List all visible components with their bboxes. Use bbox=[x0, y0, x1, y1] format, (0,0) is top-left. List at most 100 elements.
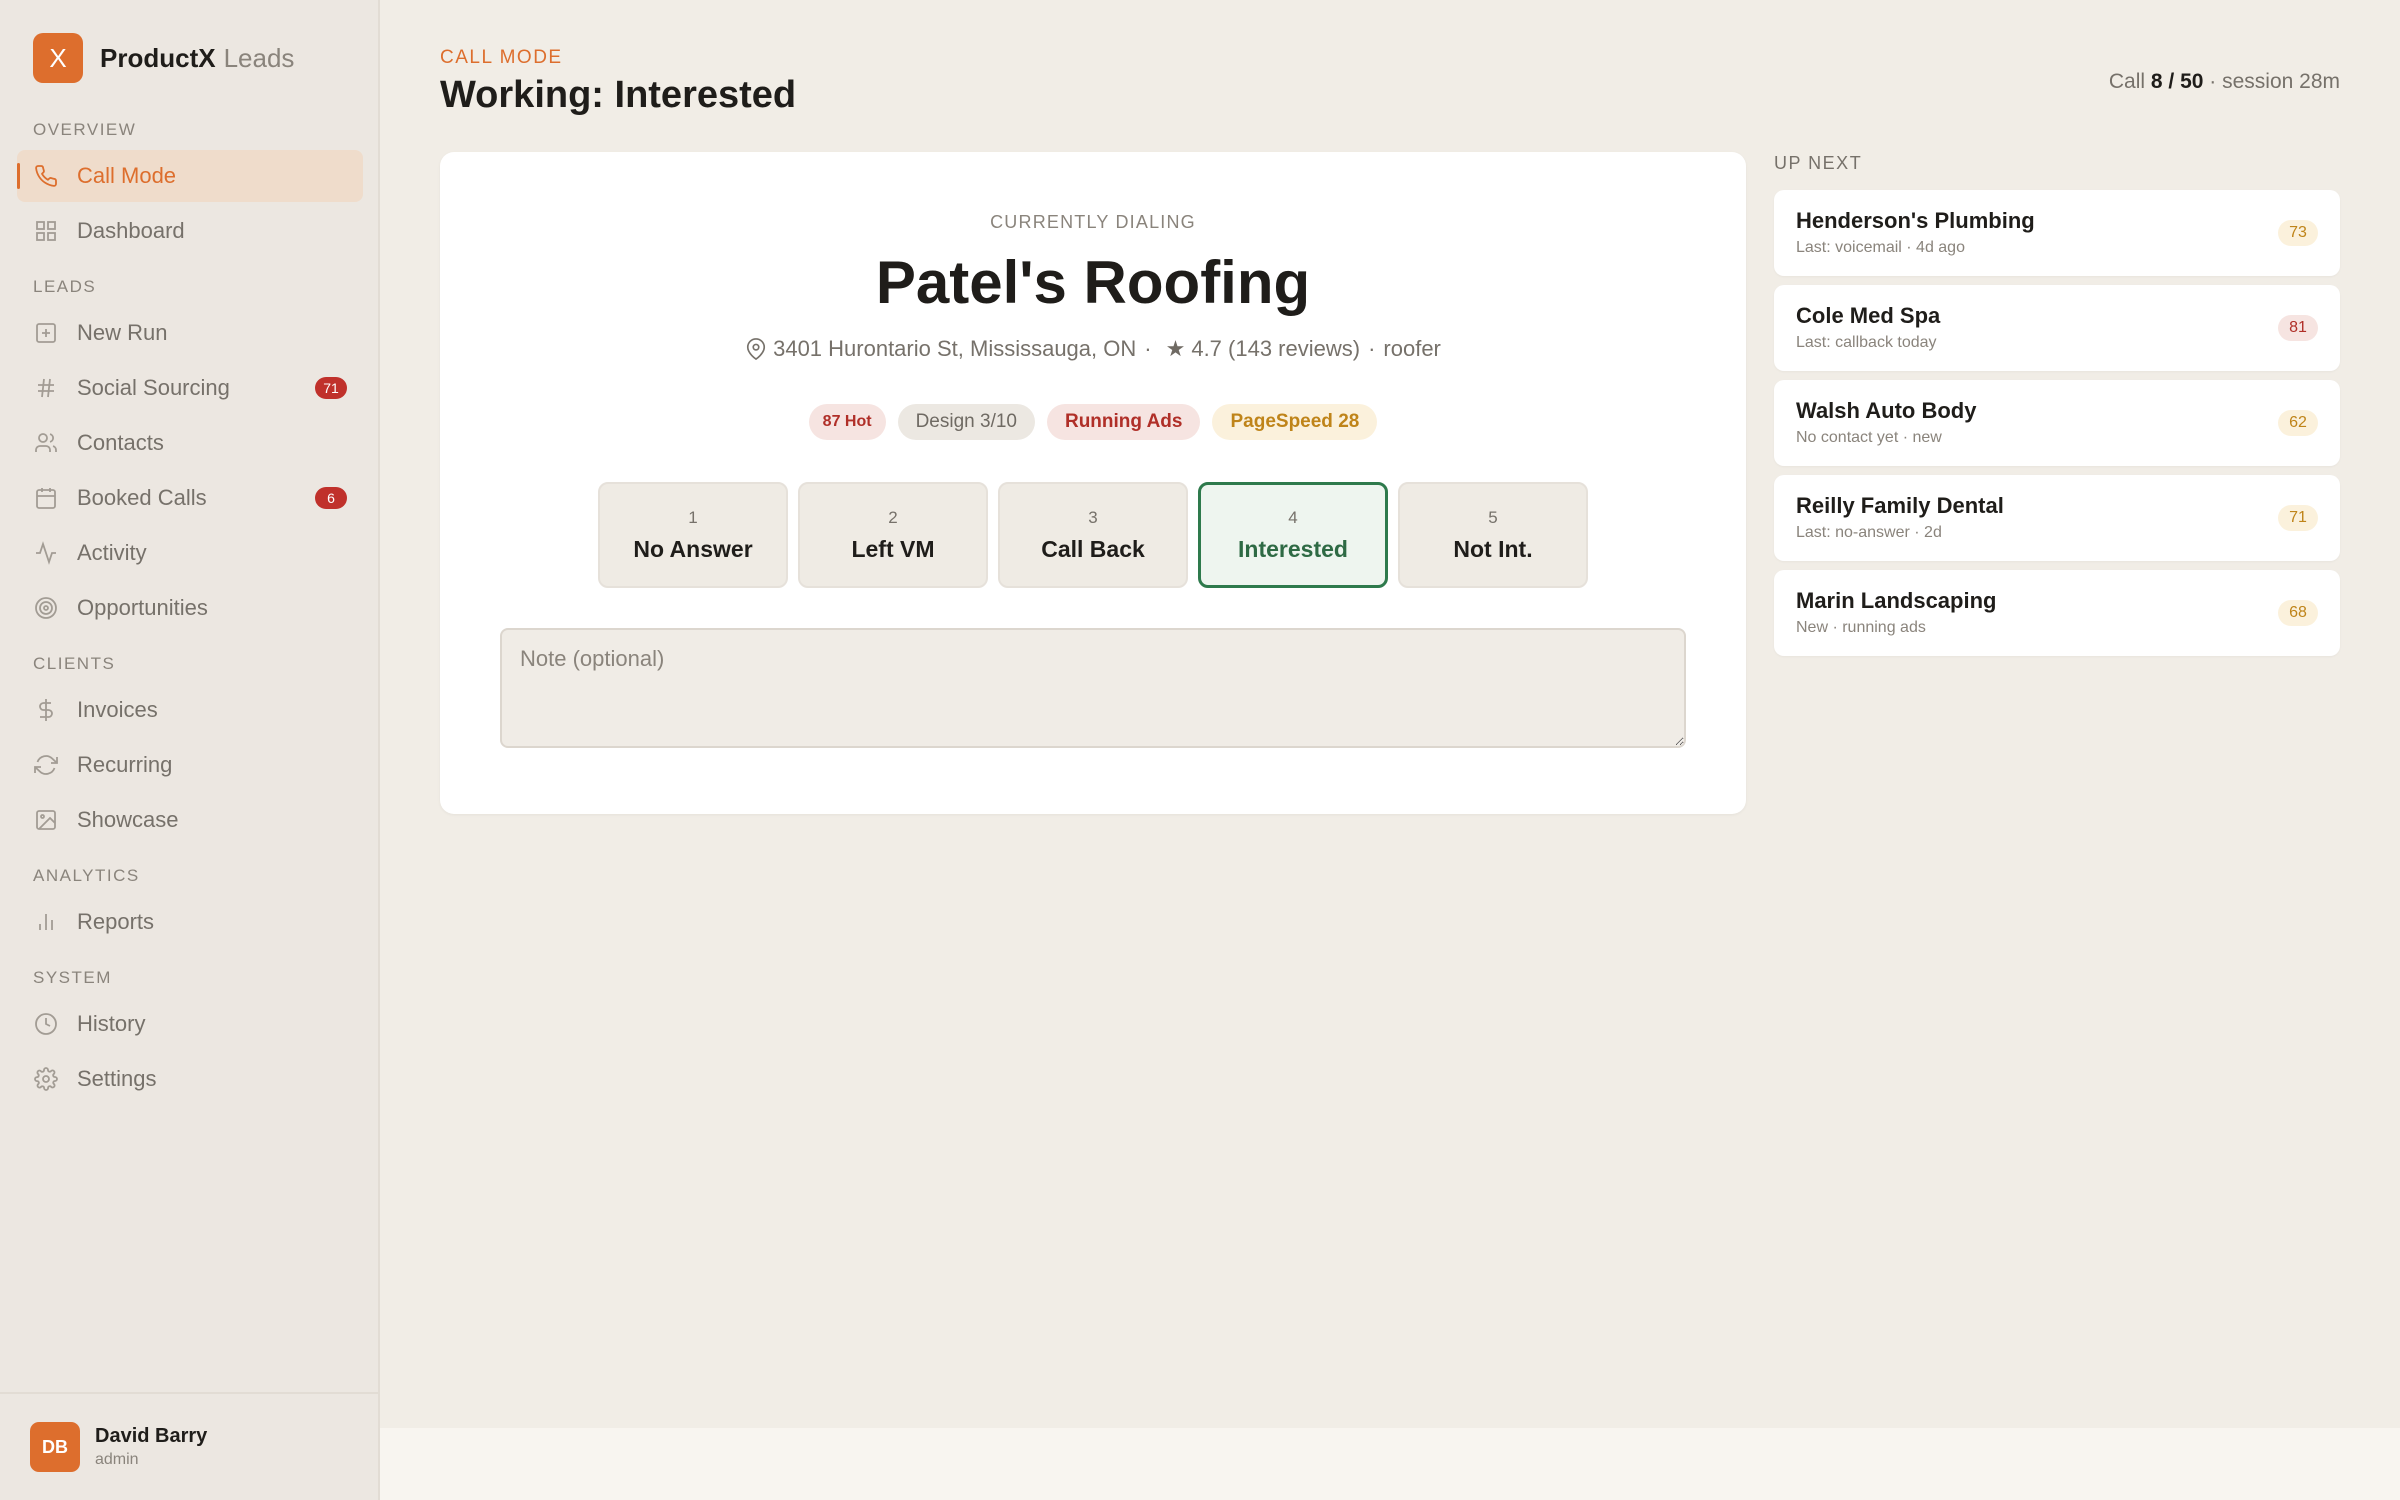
sidebar-item-label: Showcase bbox=[77, 807, 179, 832]
count-badge: 71 bbox=[315, 377, 347, 399]
outcome-label: Left VM bbox=[851, 535, 935, 562]
score-badge: 71 bbox=[2278, 505, 2318, 531]
session-progress: Call 8 / 50 · session 28m bbox=[2109, 70, 2340, 94]
sidebar-item-contacts[interactable]: Contacts bbox=[17, 417, 363, 469]
sidebar-item-invoices[interactable]: Invoices bbox=[17, 684, 363, 736]
separator: · bbox=[1144, 336, 1152, 361]
lead-tags: 87 Hot Design 3/10 Running Ads PageSpeed… bbox=[440, 404, 1746, 440]
sidebar-item-showcase[interactable]: Showcase bbox=[17, 794, 363, 846]
lead-address: 3401 Hurontario St, Mississauga, ON bbox=[773, 336, 1137, 361]
sidebar-item-reports[interactable]: Reports bbox=[17, 896, 363, 948]
brand-logo: X bbox=[33, 33, 83, 83]
dialing-label: CURRENTLY DIALING bbox=[990, 212, 1196, 232]
queue-lead-name: Walsh Auto Body bbox=[1796, 398, 1977, 423]
up-next-list: Henderson's Plumbing Last: voicemail · 4… bbox=[1774, 190, 2340, 665]
session-prefix: Call bbox=[2108, 70, 2146, 93]
sidebar-item-label: Recurring bbox=[77, 752, 173, 777]
lead-meta: 3401 Hurontario St, Mississauga, ON · ★ … bbox=[440, 336, 1746, 362]
sidebar-item-label: Booked Calls bbox=[77, 485, 207, 510]
queue-lead-status: Last: callback today bbox=[1796, 334, 1937, 351]
map-pin-icon bbox=[745, 338, 767, 360]
sidebar-item-label: Invoices bbox=[77, 697, 158, 722]
sidebar-item-settings[interactable]: Settings bbox=[17, 1053, 363, 1105]
sidebar-item-label: New Run bbox=[77, 320, 168, 345]
nav-section-analytics: ANALYTICS bbox=[33, 866, 140, 885]
footer-strip bbox=[380, 1428, 2400, 1500]
list-item[interactable]: Walsh Auto Body No contact yet · new 62 bbox=[1774, 380, 2340, 466]
list-item[interactable]: Cole Med Spa Last: callback today 81 bbox=[1774, 285, 2340, 371]
outcome-not-interested-button[interactable]: 5 Not Int. bbox=[1398, 482, 1588, 588]
list-item[interactable]: Reilly Family Dental Last: no-answer · 2… bbox=[1774, 475, 2340, 561]
queue-lead-status: Last: voicemail · 4d ago bbox=[1796, 239, 1965, 256]
outcome-shortcut: 4 bbox=[1288, 507, 1298, 527]
sidebar-item-label: History bbox=[77, 1011, 146, 1036]
nav-section-leads: LEADS bbox=[33, 277, 97, 296]
sidebar-item-label: Reports bbox=[77, 909, 155, 934]
sidebar-item-label: Call Mode bbox=[77, 163, 177, 188]
sidebar-item-history[interactable]: History bbox=[17, 998, 363, 1050]
outcome-label: Call Back bbox=[1041, 535, 1145, 562]
users-icon bbox=[33, 430, 59, 456]
sidebar-item-booked-calls[interactable]: Booked Calls 6 bbox=[17, 472, 363, 524]
sidebar-item-label: Opportunities bbox=[77, 595, 208, 620]
separator: · bbox=[1368, 336, 1376, 361]
queue-lead-status: Last: no-answer · 2d bbox=[1796, 524, 1942, 541]
outcome-shortcut: 2 bbox=[888, 507, 898, 527]
outcome-shortcut: 1 bbox=[688, 507, 698, 527]
session-count: 8 / 50 bbox=[2150, 70, 2204, 93]
sidebar-item-new-run[interactable]: New Run bbox=[17, 307, 363, 359]
sidebar-item-label: Activity bbox=[77, 540, 147, 565]
outcome-left-vm-button[interactable]: 2 Left VM bbox=[798, 482, 988, 588]
bar-chart-icon bbox=[33, 909, 59, 935]
sidebar-item-label: Contacts bbox=[77, 430, 164, 455]
sidebar-item-opportunities[interactable]: Opportunities bbox=[17, 582, 363, 634]
outcome-label: Interested bbox=[1238, 535, 1348, 562]
outcome-label: Not Int. bbox=[1453, 535, 1533, 562]
sidebar-nav: OVERVIEW Call Mode Dashboard LEADS New R… bbox=[0, 110, 380, 1108]
brand-name: ProductX bbox=[100, 42, 216, 73]
sidebar-item-call-mode[interactable]: Call Mode bbox=[17, 150, 363, 202]
list-item[interactable]: Marin Landscaping New · running ads 68 bbox=[1774, 570, 2340, 656]
avatar: DB bbox=[30, 1422, 80, 1472]
sidebar-item-social-sourcing[interactable]: Social Sourcing 71 bbox=[17, 362, 363, 414]
sidebar-item-label: Social Sourcing bbox=[77, 375, 230, 400]
outcome-no-answer-button[interactable]: 1 No Answer bbox=[598, 482, 788, 588]
lead-rating: 4.7 (143 reviews) bbox=[1191, 336, 1361, 361]
sidebar-item-label: Settings bbox=[77, 1066, 157, 1091]
refresh-icon bbox=[33, 752, 59, 778]
nav-section-overview: OVERVIEW bbox=[33, 120, 137, 139]
outcome-call-back-button[interactable]: 3 Call Back bbox=[998, 482, 1188, 588]
score-badge: 68 bbox=[2278, 600, 2318, 626]
score-badge: 81 bbox=[2278, 315, 2318, 341]
star-icon: ★ bbox=[1165, 336, 1186, 361]
queue-lead-name: Marin Landscaping bbox=[1796, 588, 1997, 613]
outcome-interested-button[interactable]: 4 Interested bbox=[1198, 482, 1388, 588]
target-icon bbox=[33, 595, 59, 621]
brand-subtitle: Leads bbox=[223, 42, 295, 73]
note-input[interactable] bbox=[500, 628, 1686, 748]
activity-icon bbox=[33, 540, 59, 566]
count-badge: 6 bbox=[315, 487, 347, 509]
sidebar-item-recurring[interactable]: Recurring bbox=[17, 739, 363, 791]
tag-pagespeed: PageSpeed 28 bbox=[1212, 404, 1378, 440]
user-profile[interactable]: DB David Barry admin bbox=[0, 1392, 378, 1500]
queue-lead-status: New · running ads bbox=[1796, 619, 1926, 636]
nav-section-clients: CLIENTS bbox=[33, 654, 116, 673]
grid-icon bbox=[33, 218, 59, 244]
sidebar: X ProductX Leads OVERVIEW Call Mode Dash… bbox=[0, 0, 380, 1500]
dollar-icon bbox=[33, 697, 59, 723]
user-name: David Barry bbox=[95, 1425, 208, 1447]
score-badge: 73 bbox=[2278, 220, 2318, 246]
queue-lead-name: Reilly Family Dental bbox=[1796, 493, 2004, 518]
outcome-buttons: 1 No Answer 2 Left VM 3 Call Back 4 Inte… bbox=[440, 482, 1746, 588]
sidebar-item-dashboard[interactable]: Dashboard bbox=[17, 205, 363, 257]
score-badge: 62 bbox=[2278, 410, 2318, 436]
sidebar-item-activity[interactable]: Activity bbox=[17, 527, 363, 579]
brand[interactable]: X ProductX Leads bbox=[33, 33, 294, 83]
phone-icon bbox=[33, 163, 59, 189]
lead-category: roofer bbox=[1383, 336, 1441, 361]
outcome-shortcut: 5 bbox=[1488, 507, 1498, 527]
list-item[interactable]: Henderson's Plumbing Last: voicemail · 4… bbox=[1774, 190, 2340, 276]
lead-name: Patel's Roofing bbox=[875, 249, 1311, 316]
gear-icon bbox=[33, 1066, 59, 1092]
